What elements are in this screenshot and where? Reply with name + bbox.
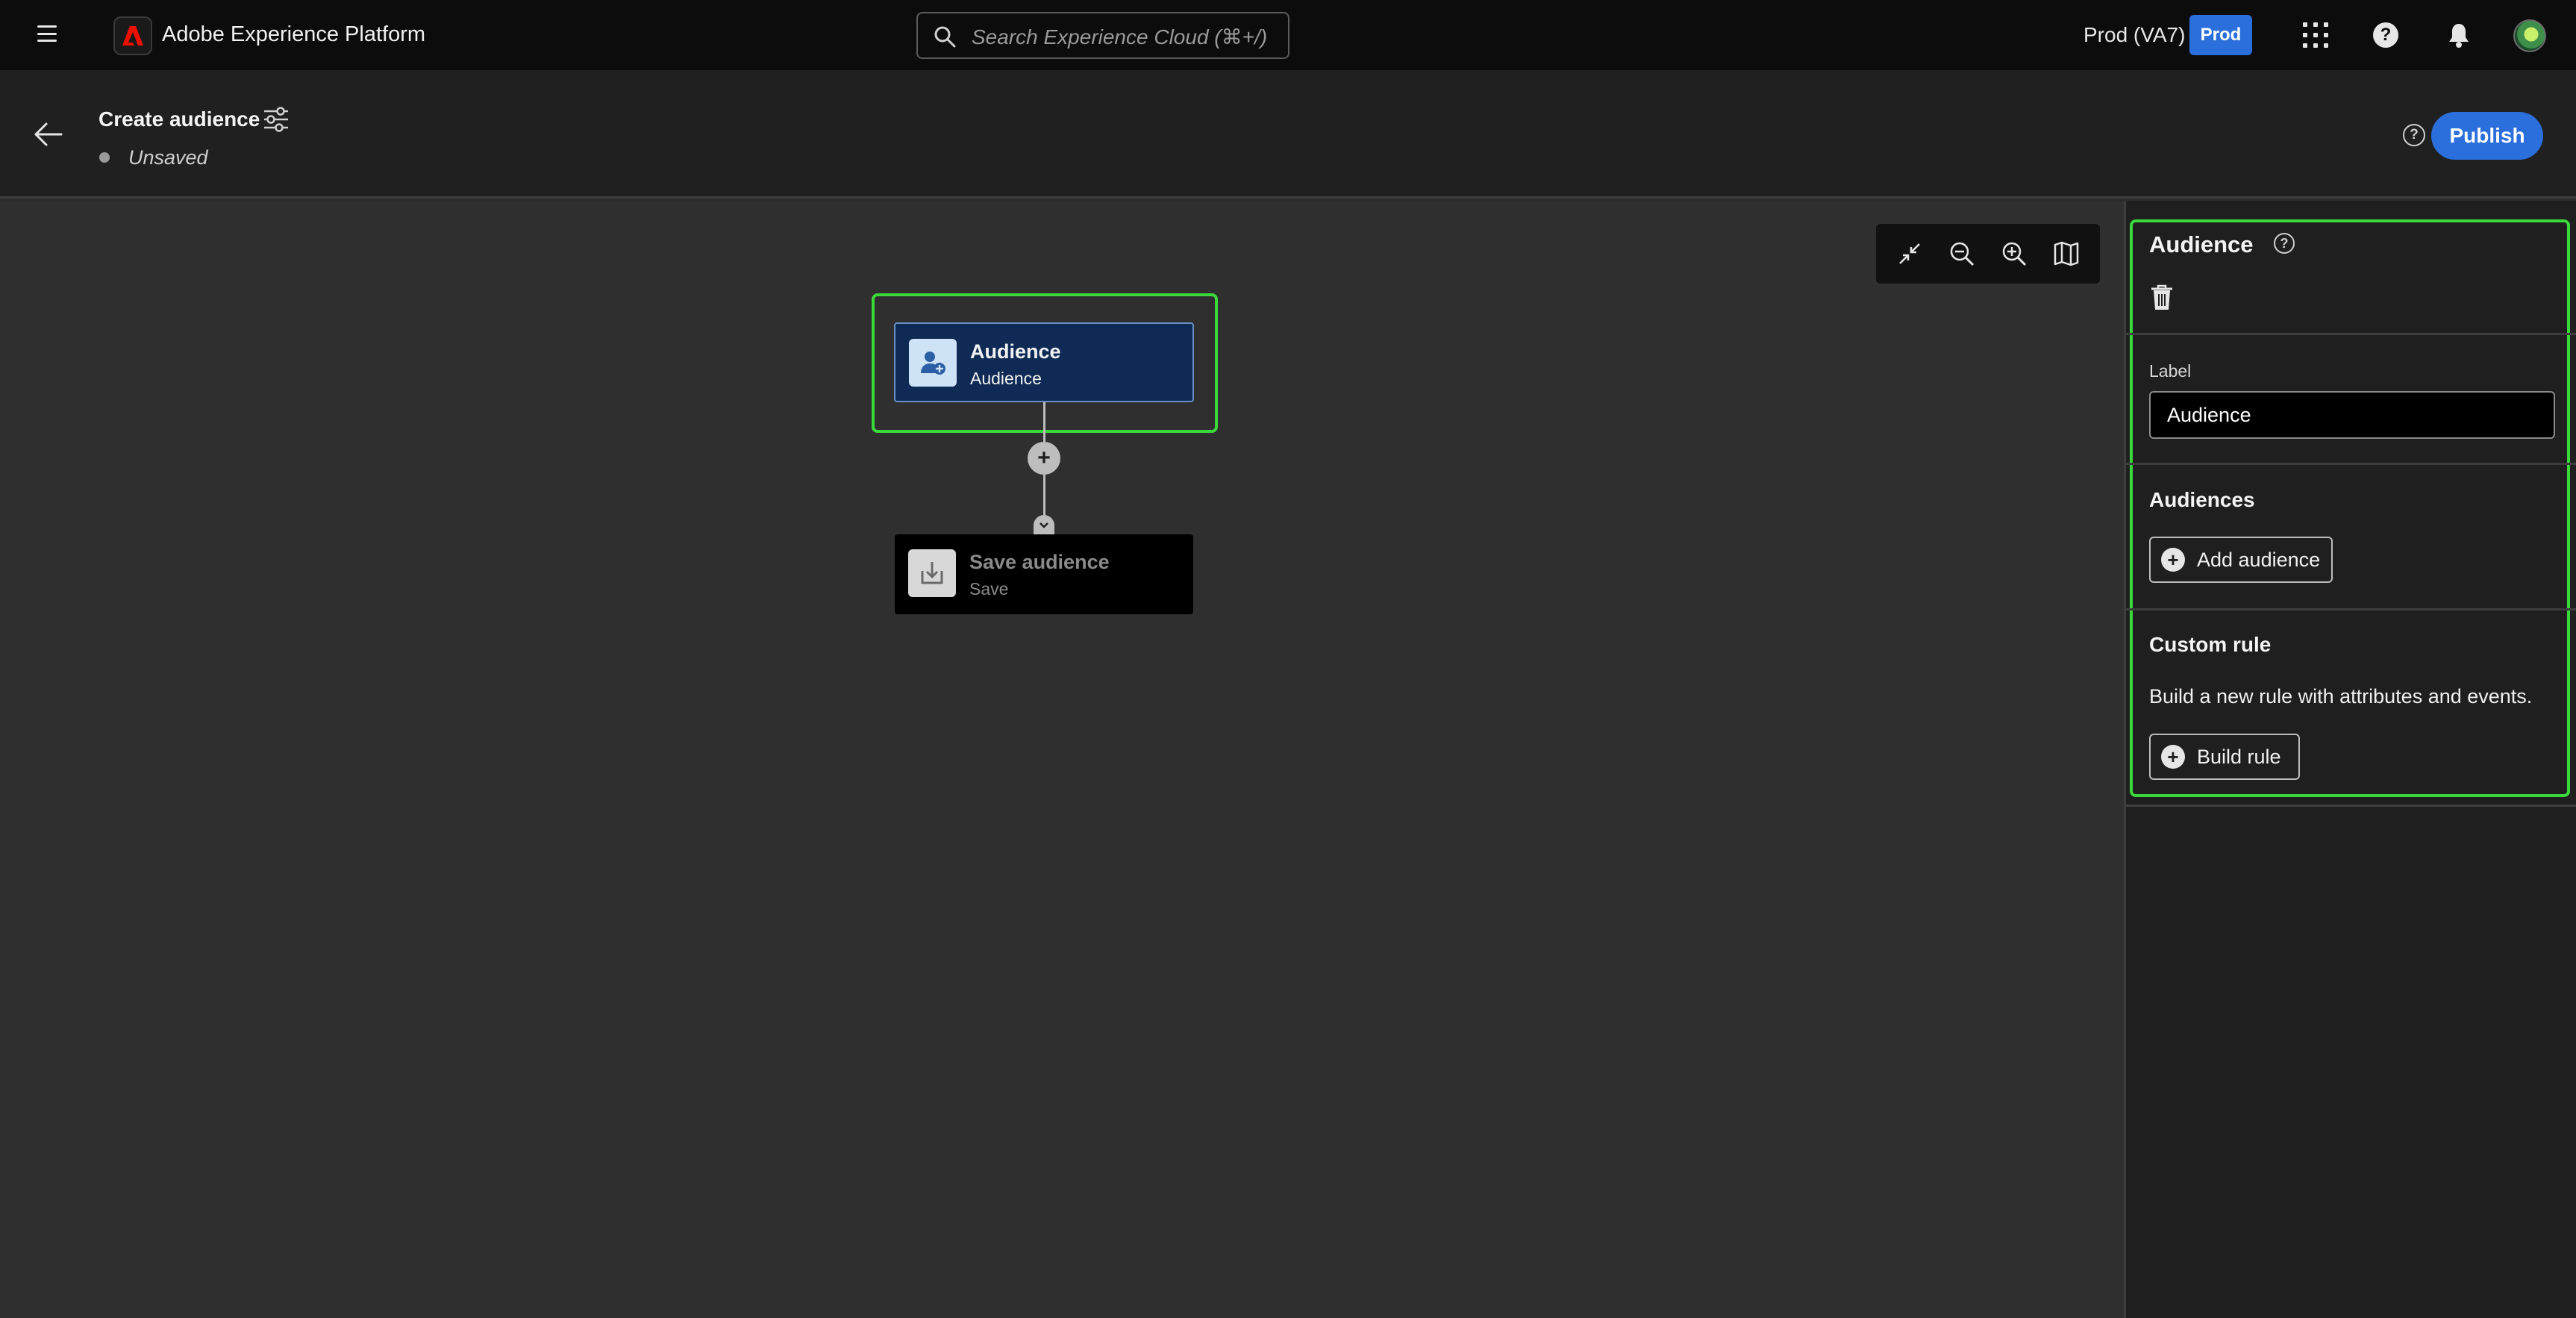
plus-circle-icon: + <box>2161 548 2185 572</box>
canvas-toolbar <box>1876 224 2100 284</box>
custom-rule-heading: Custom rule <box>2149 633 2272 656</box>
divider <box>2126 463 2576 465</box>
custom-rule-description: Build a new rule with attributes and eve… <box>2149 685 2533 708</box>
divider <box>2126 333 2576 335</box>
app-switcher-icon[interactable] <box>2303 22 2328 48</box>
add-node-button[interactable]: + <box>1028 442 1060 475</box>
save-download-icon <box>908 549 956 597</box>
node-subtitle: Audience <box>970 369 1042 388</box>
trash-icon[interactable] <box>2149 284 2175 312</box>
notifications-bell-icon[interactable] <box>2445 21 2473 49</box>
user-avatar[interactable] <box>2513 19 2546 52</box>
page-header: Create audience Unsaved ? Publish <box>0 70 2576 199</box>
label-field-caption: Label <box>2149 361 2192 381</box>
collapse-icon[interactable] <box>1895 239 1925 269</box>
hamburger-menu-icon[interactable] <box>37 25 57 42</box>
properties-settings-icon[interactable] <box>261 106 291 133</box>
status-dot <box>99 152 110 163</box>
node-title: Save audience <box>969 551 1110 573</box>
audiences-heading: Audiences <box>2149 488 2255 511</box>
build-rule-label: Build rule <box>2197 745 2281 768</box>
publish-button[interactable]: Publish <box>2431 112 2543 160</box>
save-status: Unsaved <box>128 146 208 169</box>
audience-node[interactable]: Audience Audience <box>894 322 1194 402</box>
adobe-logo-icon[interactable] <box>113 16 152 55</box>
label-input[interactable] <box>2149 391 2555 439</box>
add-audience-button[interactable]: + Add audience <box>2149 537 2333 583</box>
zoom-out-icon[interactable] <box>1947 239 1977 269</box>
chevron-down-icon <box>1034 515 1054 534</box>
search-icon <box>934 26 956 48</box>
audience-add-icon <box>909 339 957 387</box>
build-rule-button[interactable]: + Build rule <box>2149 734 2300 780</box>
search-placeholder: Search Experience Cloud (⌘+/) <box>972 25 1268 49</box>
zoom-in-icon[interactable] <box>1999 239 2029 269</box>
add-audience-label: Add audience <box>2197 548 2321 571</box>
connector-line <box>1043 402 1045 442</box>
app-title[interactable]: Adobe Experience Platform <box>162 22 425 47</box>
sandbox-badge[interactable]: Prod <box>2189 15 2252 55</box>
back-arrow-icon[interactable] <box>33 121 64 148</box>
sandbox-name[interactable]: Prod (VA7) <box>2083 23 2185 47</box>
top-nav-bar: Adobe Experience Platform Search Experie… <box>0 0 2576 70</box>
node-subtitle: Save <box>969 579 1009 599</box>
panel-title: Audience <box>2149 231 2254 257</box>
divider <box>2126 805 2576 807</box>
page-title: Create audience <box>99 107 260 131</box>
plus-circle-icon: + <box>2161 745 2185 769</box>
panel-help-icon[interactable]: ? <box>2274 233 2295 254</box>
connector-line <box>1043 475 1045 516</box>
node-title: Audience <box>970 340 1061 363</box>
divider <box>2126 608 2576 610</box>
publish-help-icon[interactable]: ? <box>2403 124 2425 146</box>
help-icon[interactable]: ? <box>2373 22 2398 48</box>
save-audience-node[interactable]: Save audience Save <box>895 534 1193 614</box>
map-icon[interactable] <box>2051 239 2081 269</box>
global-search-input[interactable]: Search Experience Cloud (⌘+/) <box>916 12 1289 59</box>
